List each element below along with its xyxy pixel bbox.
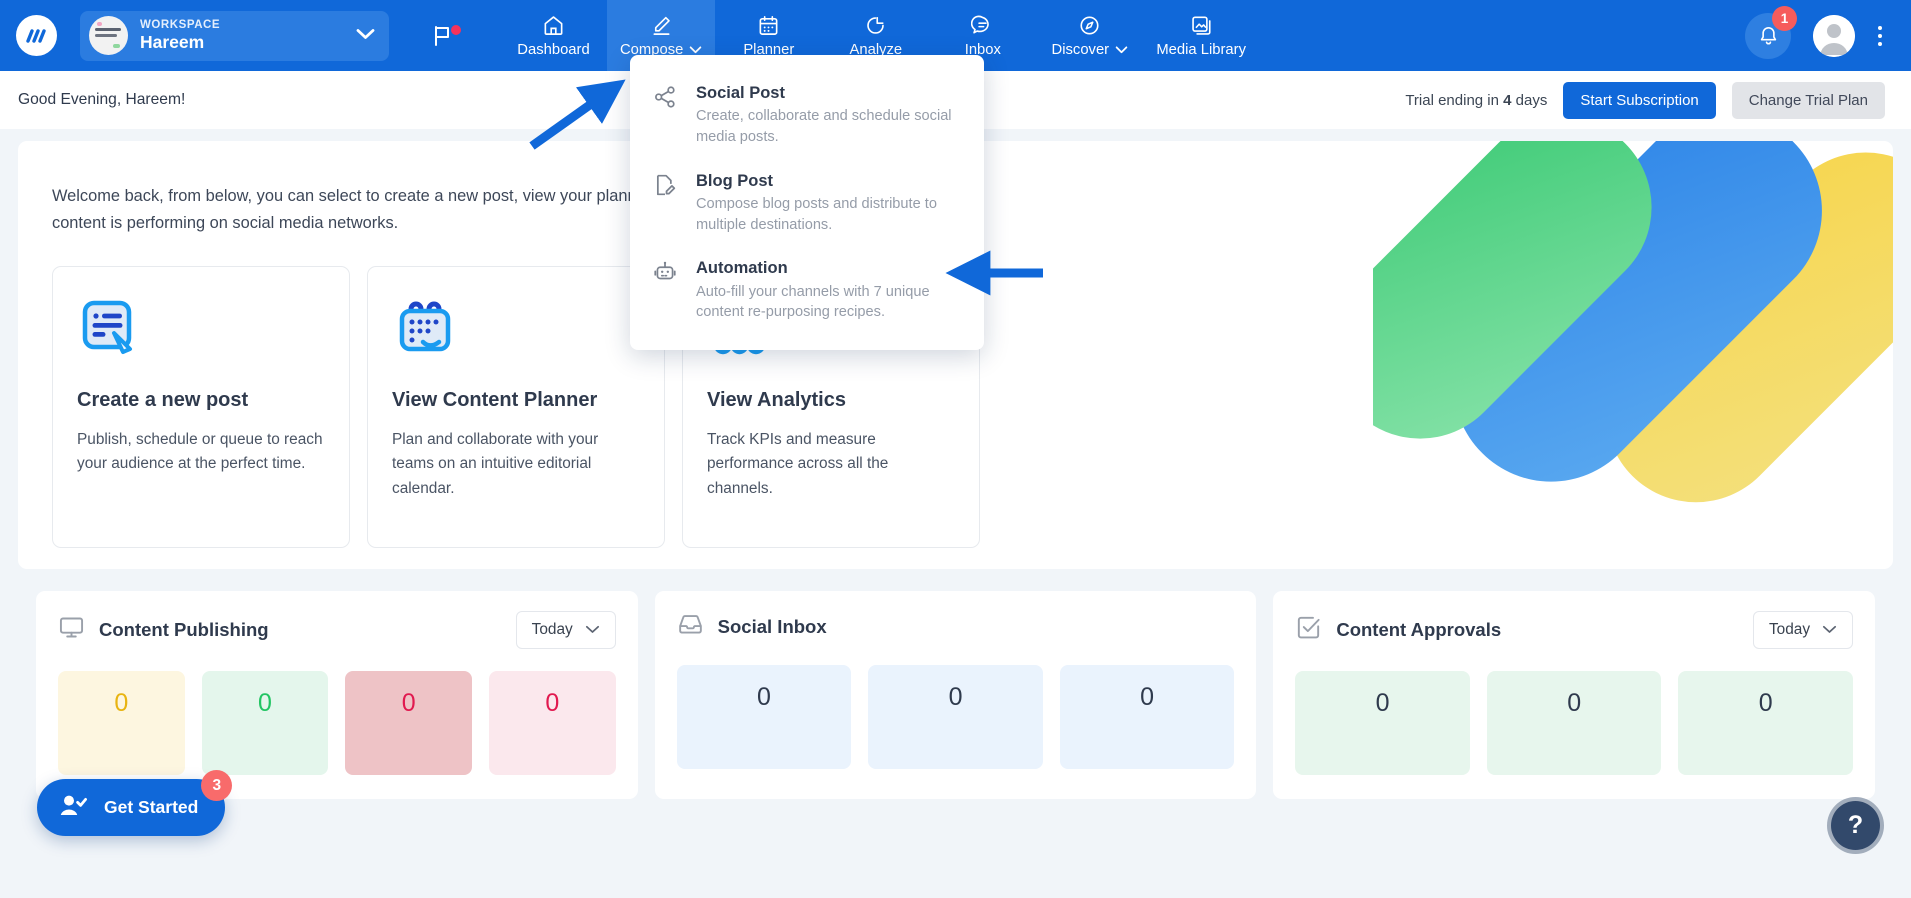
stat-tile: 0 [201,671,329,775]
stat-tile: 0 [1295,671,1470,775]
workspace-name: Hareem [140,32,205,53]
help-button[interactable]: ? [1827,797,1884,854]
flag-alert-dot [451,24,461,35]
inbox-stats: 0 0 0 [676,665,1235,769]
stat-tile: 0 [345,671,473,775]
compass-icon [1078,14,1101,37]
panel-header: Social Inbox [677,611,1235,643]
workspace-selector[interactable]: WORKSPACE Hareem [80,10,389,61]
panel-content-publishing: Content Publishing Today 0 0 0 0 [36,591,638,799]
content-calendar-icon [392,295,640,373]
workspace-avatar [89,16,128,55]
nav-label: Discover [1051,41,1110,58]
question-mark-icon: ? [1847,811,1864,839]
convosight-logo-icon [25,28,46,43]
notifications-button[interactable]: 1 [1745,5,1797,59]
document-edit-icon [652,170,680,236]
chevron-down-icon [356,27,375,45]
home-icon [542,14,565,37]
stat-tile: 0 [1059,665,1235,769]
card-create-new-post[interactable]: Create a new post Publish, schedule or q… [52,266,350,549]
more-options-button[interactable] [1863,25,1897,46]
compose-dropdown-menu: Social Post Create, collaborate and sche… [630,55,984,351]
start-subscription-button[interactable]: Start Subscription [1563,81,1716,119]
compose-menu-item-blog-post[interactable]: Blog Post Compose blog posts and distrib… [630,159,984,247]
chevron-down-icon [1822,621,1837,639]
card-view-content-planner[interactable]: View Content Planner Plan and collaborat… [367,266,665,549]
compose-menu-item-automation[interactable]: Automation Auto-fill your channels with … [630,246,984,334]
pie-chart-icon [864,14,887,37]
app-logo[interactable] [16,15,57,56]
workspace-label: WORKSPACE [140,19,221,32]
trial-prefix: Trial ending in [1405,91,1504,109]
notification-count-badge: 1 [1772,5,1797,31]
compose-menu-item-social-post[interactable]: Social Post Create, collaborate and sche… [630,71,984,159]
new-post-icon [77,295,325,373]
card-description: Track KPIs and measure performance acros… [707,431,889,497]
checkbox-check-icon [1295,614,1322,646]
publishing-period-filter[interactable]: Today [515,611,616,649]
compose-menu-description: Compose blog posts and distribute to mul… [696,195,937,233]
chat-icon [971,14,994,37]
compose-menu-title: Blog Post [696,171,773,190]
nav-label: Dashboard [517,41,590,58]
dashboard-panels: Content Publishing Today 0 0 0 0 Social … [18,569,1893,799]
trial-status-text: Trial ending in 4 days [1405,92,1547,109]
chevron-down-icon [585,621,600,639]
robot-icon [652,257,680,323]
pencil-icon [650,14,673,37]
panel-title: Social Inbox [717,616,827,637]
panel-content-approvals: Content Approvals Today 0 0 0 [1273,591,1876,799]
card-title: Create a new post [77,389,249,412]
publishing-stats: 0 0 0 0 [58,671,616,775]
user-avatar-icon [1813,14,1855,57]
panel-header: Content Publishing Today [58,611,616,649]
compose-menu-description: Create, collaborate and schedule social … [696,108,952,145]
compose-menu-title: Social Post [696,84,785,102]
compose-menu-title: Automation [696,259,788,278]
card-title: View Analytics [707,389,846,412]
monitor-icon [58,614,85,646]
panel-title: Content Approvals [1336,619,1502,640]
nav-item-discover[interactable]: Discover [1036,0,1143,71]
subheader-actions: Trial ending in 4 days Start Subscriptio… [1405,81,1885,119]
flag-button[interactable] [433,24,461,47]
card-title: View Content Planner [392,389,598,412]
stat-tile: 0 [1678,671,1854,775]
stat-tile: 0 [489,671,616,775]
nav-right-cluster: 1 [1745,5,1897,59]
stat-tile: 0 [58,671,185,775]
stat-tile: 0 [676,665,852,769]
chevron-down-icon [1115,42,1128,58]
stat-tile: 0 [1486,671,1662,775]
filter-label: Today [1768,621,1811,638]
get-started-label: Get Started [104,797,199,817]
card-description: Publish, schedule or queue to reach your… [77,431,323,473]
image-stack-icon [1190,14,1213,37]
trial-days: 4 [1503,91,1512,109]
panel-title: Content Publishing [99,619,269,640]
card-description: Plan and collaborate with your teams on … [392,431,599,497]
stat-tile: 0 [868,665,1043,769]
more-vertical-icon [1878,25,1882,30]
compose-menu-description: Auto-fill your channels with 7 unique co… [696,283,930,321]
approvals-stats: 0 0 0 [1295,671,1854,775]
trial-suffix: days [1511,91,1548,109]
greeting-text: Good Evening, Hareem! [18,91,186,108]
filter-label: Today [531,621,573,638]
flag-icon [435,25,449,46]
change-trial-plan-button[interactable]: Change Trial Plan [1731,81,1885,119]
nav-label: Media Library [1156,41,1246,58]
share-nodes-icon [652,82,680,148]
panel-header: Content Approvals Today [1295,611,1854,649]
nav-item-media-library[interactable]: Media Library [1143,0,1259,71]
panel-social-inbox: Social Inbox 0 0 0 [654,591,1257,799]
get-started-button[interactable]: Get Started 3 [37,770,233,836]
inbox-tray-icon [677,611,704,643]
nav-item-dashboard[interactable]: Dashboard [500,0,607,71]
calendar-icon [757,14,780,37]
user-check-icon [59,793,87,822]
approvals-period-filter[interactable]: Today [1753,611,1854,649]
profile-avatar[interactable] [1813,14,1855,57]
